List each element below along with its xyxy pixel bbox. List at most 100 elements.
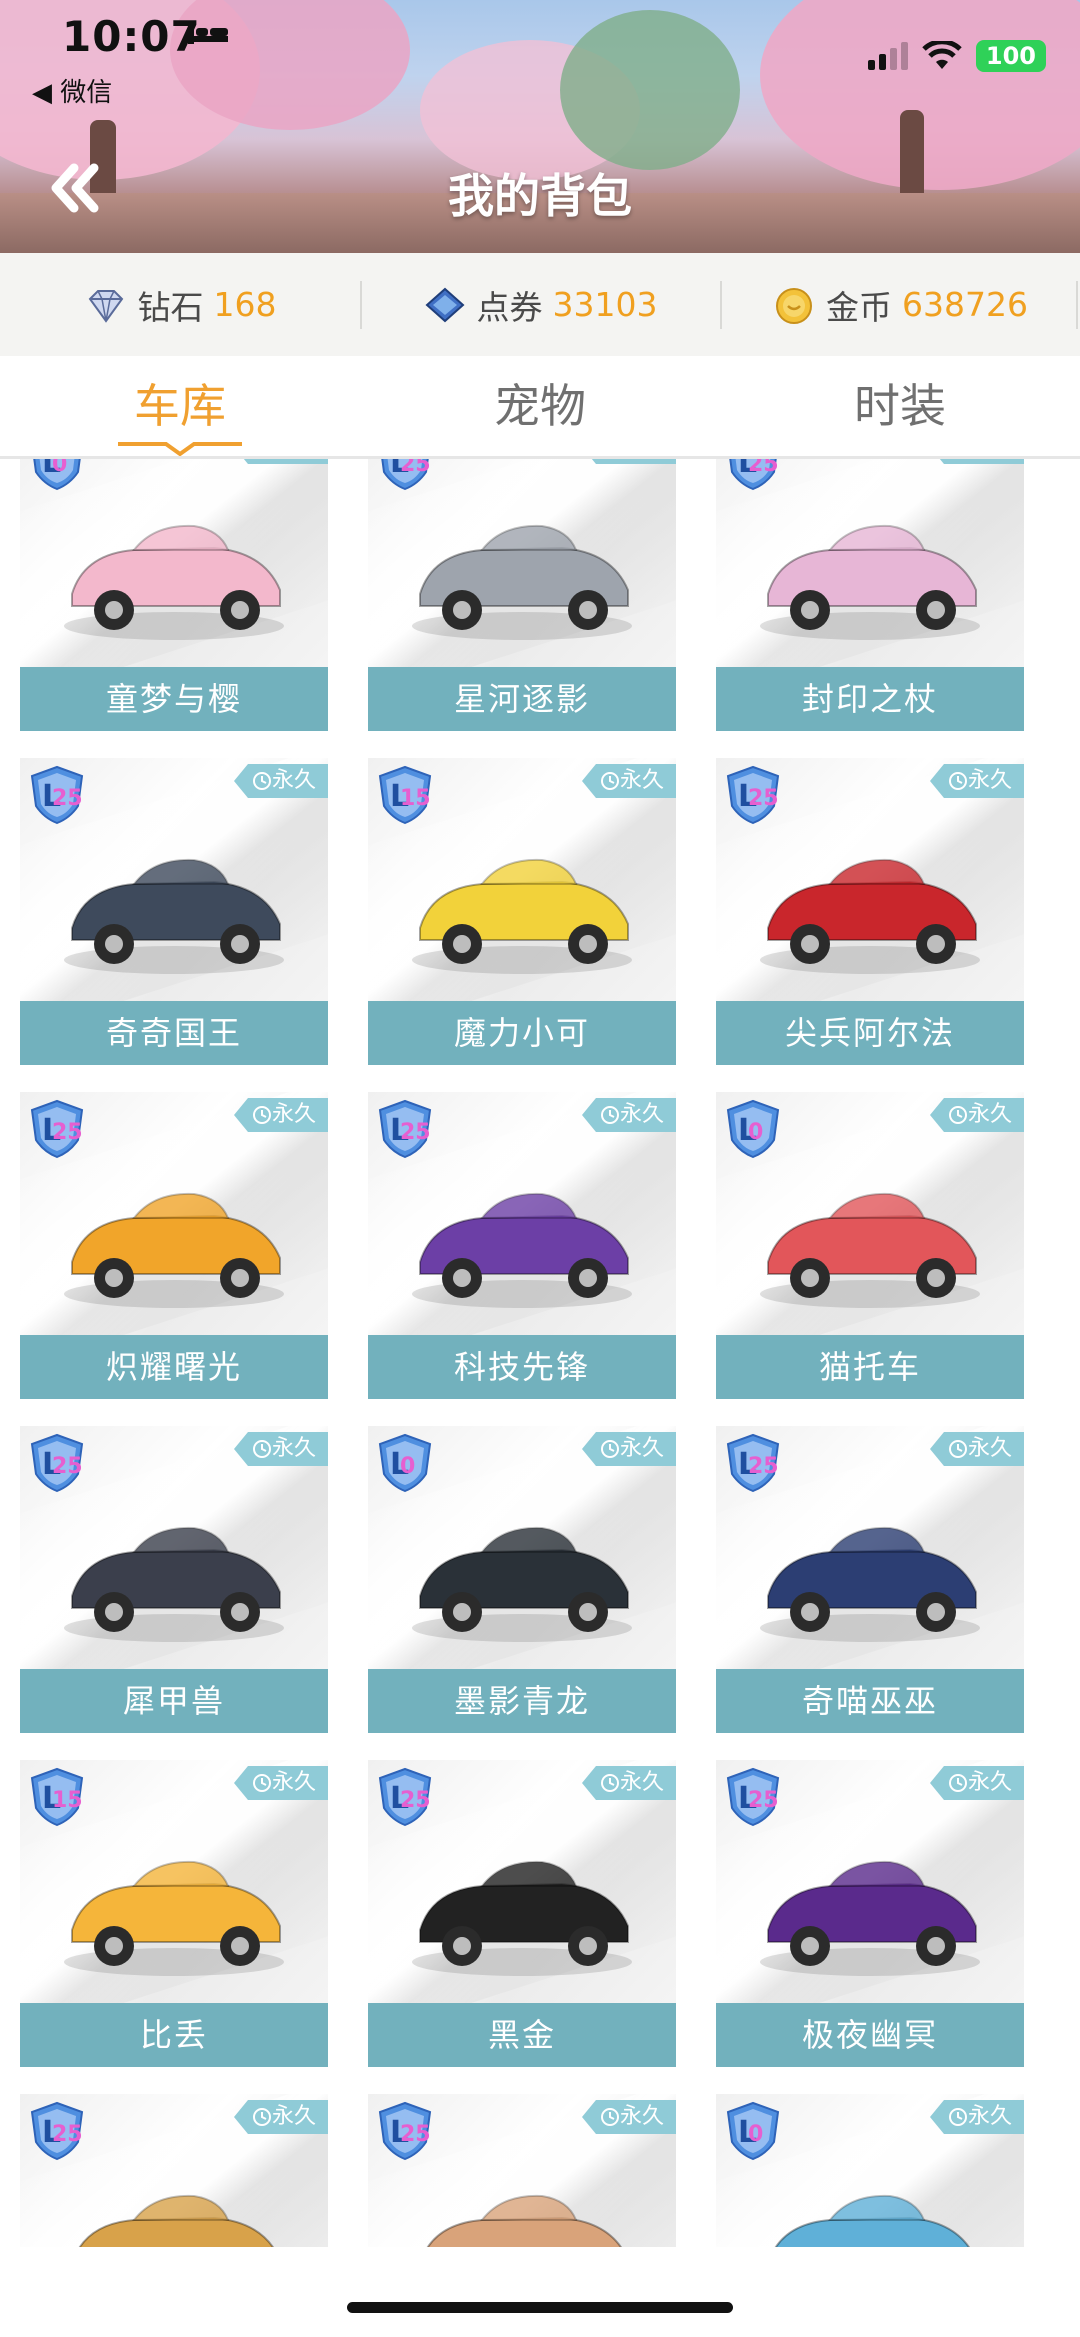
- vehicle-name: 猫托车: [716, 1335, 1024, 1399]
- permanent-label: 永久: [967, 2104, 1012, 2129]
- tab-garage[interactable]: 车库: [0, 356, 360, 456]
- battery-indicator: 100: [975, 40, 1046, 72]
- clock-icon: [948, 772, 967, 790]
- permanent-label: 永久: [619, 1102, 664, 1127]
- vehicle-card[interactable]: L 25 永久 犀甲兽: [20, 1426, 328, 1733]
- vehicle-name: 童梦与樱: [20, 667, 328, 731]
- vehicle-card[interactable]: L 0 永久 猫托车: [716, 1092, 1024, 1399]
- permanent-badge: 永久: [581, 459, 676, 464]
- level-number: 0: [748, 2122, 764, 2147]
- level-number: 25: [52, 786, 83, 811]
- permanent-badge: 永久: [929, 459, 1024, 464]
- gold-coin-icon: [776, 287, 812, 324]
- vehicle-card[interactable]: L 25 永久 尖兵阿尔法: [716, 758, 1024, 1065]
- coupon-icon: [424, 287, 465, 322]
- vehicle-name: 奇喵巫巫: [716, 1669, 1024, 1733]
- vehicle-image: [412, 524, 632, 640]
- level-number: 15: [400, 786, 431, 811]
- vehicle-card[interactable]: L 0 永久 童梦与樱: [20, 459, 328, 731]
- level-number: 0: [748, 1120, 764, 1145]
- vehicle-card[interactable]: L 15 永久 魔力小可: [368, 758, 676, 1065]
- vehicle-card[interactable]: L 25 永久 炽耀曙光: [20, 1092, 328, 1399]
- level-number: 25: [52, 2122, 83, 2147]
- tab-pets[interactable]: 宠物: [360, 356, 720, 456]
- vehicle-image: [412, 1192, 632, 1308]
- vehicle-name: 科技先锋: [368, 1335, 676, 1399]
- level-number: 25: [400, 2122, 431, 2147]
- clock-icon: [600, 2108, 619, 2126]
- page-title: 我的背包: [448, 169, 632, 223]
- vehicle-card[interactable]: L 25 永久: [368, 2094, 676, 2247]
- tree-decoration: [560, 10, 740, 170]
- level-number: 25: [748, 786, 779, 811]
- vehicle-image: [64, 1860, 284, 1976]
- level-number: 25: [748, 459, 779, 477]
- permanent-label: 永久: [967, 768, 1012, 793]
- vehicle-image: [412, 858, 632, 974]
- vehicle-name: 黑金: [368, 2003, 676, 2067]
- vehicle-name: 尖兵阿尔法: [716, 1001, 1024, 1065]
- permanent-badge: 永久: [929, 2100, 1024, 2134]
- clock-icon: [600, 1774, 619, 1792]
- clock-icon: [948, 2108, 967, 2126]
- currency-coupon: 点券 33103: [360, 253, 720, 356]
- vehicle-name: 魔力小可: [368, 1001, 676, 1065]
- currency-value: 638726: [902, 285, 1028, 324]
- level-number: 0: [400, 1454, 416, 1479]
- home-indicator[interactable]: [347, 2302, 733, 2313]
- vehicle-image: [64, 1526, 284, 1642]
- level-number: 0: [52, 459, 68, 477]
- status-time: 10:07: [62, 12, 201, 61]
- clock-icon: [252, 1440, 271, 1458]
- permanent-badge: 永久: [581, 764, 676, 798]
- currency-label: 钻石: [137, 287, 204, 327]
- permanent-label: 永久: [271, 768, 316, 793]
- permanent-badge: 永久: [929, 1098, 1024, 1132]
- currency-label: 点券: [476, 287, 543, 327]
- sleep-mode-icon: [188, 26, 228, 44]
- vehicle-card[interactable]: L 25 永久 科技先锋: [368, 1092, 676, 1399]
- vehicle-name: 炽耀曙光: [20, 1335, 328, 1399]
- vehicle-card[interactable]: L 0 永久 墨影青龙: [368, 1426, 676, 1733]
- clock-icon: [948, 1440, 967, 1458]
- vehicle-card[interactable]: L 15 永久 比丢: [20, 1760, 328, 2067]
- permanent-badge: 永久: [233, 764, 328, 798]
- clock-icon: [252, 1106, 271, 1124]
- back-to-wechat-link[interactable]: ◀ 微信: [32, 72, 112, 109]
- vehicle-image: [760, 1192, 980, 1308]
- vehicle-card[interactable]: L 25 永久 黑金: [368, 1760, 676, 2067]
- header-banner: 10:07 ◀ 微信 100 我的背包: [0, 0, 1080, 253]
- permanent-label: 永久: [271, 2104, 316, 2129]
- clock-icon: [252, 2108, 271, 2126]
- currency-gold: 金币 638726: [720, 253, 1080, 356]
- item-grid-scroll[interactable]: L 0 永久 童梦与樱 L 25: [0, 459, 1080, 2247]
- vehicle-name: 墨影青龙: [368, 1669, 676, 1733]
- wifi-icon: [922, 41, 962, 69]
- currency-label: 金币: [826, 287, 892, 327]
- permanent-badge: 永久: [929, 1766, 1024, 1800]
- vehicle-name: 奇奇国王: [20, 1001, 328, 1065]
- tab-label: 时装: [854, 379, 946, 433]
- level-number: 25: [748, 1788, 779, 1813]
- permanent-badge: 永久: [929, 764, 1024, 798]
- permanent-badge: 永久: [581, 2100, 676, 2134]
- vehicle-card[interactable]: L 25 永久 奇奇国王: [20, 758, 328, 1065]
- vehicle-card[interactable]: L 25 永久 奇喵巫巫: [716, 1426, 1024, 1733]
- vehicle-card[interactable]: L 25 永久 星河逐影: [368, 459, 676, 731]
- vehicle-image: [760, 1526, 980, 1642]
- currency-bar: 钻石 168 点券 33103 金币 638726: [0, 253, 1080, 356]
- vehicle-card[interactable]: L 25 永久 封印之杖: [716, 459, 1024, 731]
- vehicle-card[interactable]: L 0 永久: [716, 2094, 1024, 2247]
- vehicle-image: [760, 1860, 980, 1976]
- vehicle-card[interactable]: L 25 永久 极夜幽冥: [716, 1760, 1024, 2067]
- permanent-label: 永久: [967, 1102, 1012, 1127]
- tab-fashion[interactable]: 时装: [720, 356, 1080, 456]
- permanent-label: 永久: [271, 1102, 316, 1127]
- tab-label: 车库: [134, 379, 226, 433]
- permanent-badge: 永久: [233, 1432, 328, 1466]
- vehicle-image: [760, 858, 980, 974]
- vehicle-name: 比丢: [20, 2003, 328, 2067]
- permanent-label: 永久: [619, 1770, 664, 1795]
- vehicle-card[interactable]: L 25 永久: [20, 2094, 328, 2247]
- level-number: 25: [400, 1788, 431, 1813]
